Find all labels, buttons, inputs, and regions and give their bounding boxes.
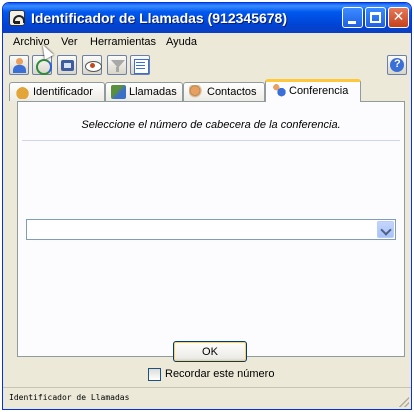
menu-bar: Archivo Ver Herramientas Ayuda [3, 33, 411, 53]
menu-ver[interactable]: Ver [61, 36, 78, 48]
instruction-text: Seleccione el número de cabecera de la c… [81, 119, 341, 131]
eye-icon[interactable] [82, 55, 102, 75]
contacts-icon [189, 85, 204, 99]
tab-label: Conferencia [289, 85, 349, 97]
ok-button[interactable]: OK [173, 341, 247, 362]
menu-herramientas[interactable]: Herramientas [90, 36, 156, 48]
list-icon[interactable] [130, 55, 150, 75]
bell-icon [15, 85, 30, 99]
help-icon[interactable] [387, 55, 407, 75]
conference-icon [271, 83, 286, 97]
tab-label: Identificador [33, 86, 93, 98]
chevron-down-icon[interactable] [377, 221, 394, 238]
filter-icon[interactable] [107, 55, 127, 75]
maximize-button[interactable] [365, 7, 386, 28]
close-button[interactable]: ✕ [388, 7, 409, 28]
menu-ayuda[interactable]: Ayuda [166, 36, 197, 48]
window-title: Identificador de Llamadas (912345678) [31, 10, 287, 26]
refresh-icon[interactable] [32, 55, 52, 75]
resize-grip-icon[interactable] [399, 397, 409, 407]
remember-label[interactable]: Recordar este número [165, 368, 274, 380]
calls-icon [111, 85, 126, 99]
minimize-icon [348, 21, 356, 24]
tab-label: Llamadas [129, 86, 177, 98]
close-icon: ✕ [392, 9, 405, 25]
maximize-icon [370, 12, 381, 23]
status-text: Identificador de Llamadas [9, 393, 130, 402]
tab-contactos[interactable]: Contactos [183, 82, 265, 101]
remember-checkbox[interactable] [148, 368, 161, 381]
title-bar[interactable]: Identificador de Llamadas (912345678) ✕ [3, 3, 411, 33]
tab-label: Contactos [207, 86, 257, 98]
toolbar [3, 53, 411, 79]
conference-panel: Seleccione el número de cabecera de la c… [17, 101, 405, 357]
tab-conferencia[interactable]: Conferencia [265, 79, 361, 102]
user-icon[interactable] [9, 55, 29, 75]
tab-llamadas[interactable]: Llamadas [105, 82, 183, 101]
status-bar: Identificador de Llamadas [3, 387, 411, 409]
header-number-select[interactable] [26, 219, 396, 240]
tab-identificador[interactable]: Identificador [9, 82, 105, 101]
phone-icon[interactable] [57, 55, 77, 75]
phone-app-icon[interactable] [9, 10, 25, 26]
app-window: Identificador de Llamadas (912345678) ✕ … [2, 2, 412, 410]
minimize-button[interactable] [342, 7, 363, 28]
divider [22, 140, 400, 141]
tab-bar: Identificador Llamadas Contactos Confere… [3, 79, 411, 102]
